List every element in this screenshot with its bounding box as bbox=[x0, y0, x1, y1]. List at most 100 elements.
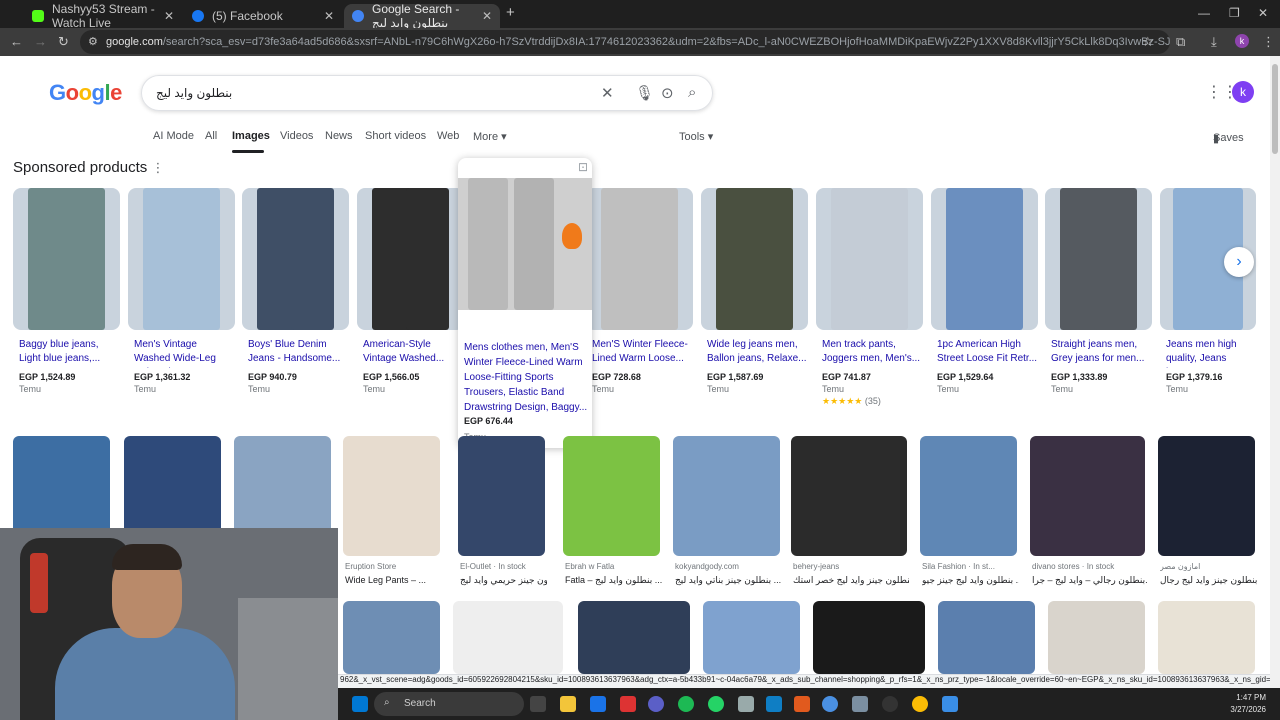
file-explorer-icon[interactable] bbox=[560, 696, 576, 712]
product-title[interactable]: Men'S Winter Fleece-Lined Warm Loose... bbox=[586, 338, 693, 368]
product-card[interactable]: Men'S Winter Fleece-Lined Warm Loose... E… bbox=[586, 188, 693, 394]
forward-arrow-icon[interactable]: → bbox=[34, 34, 47, 49]
tab-news[interactable]: News bbox=[325, 130, 353, 142]
result-image[interactable] bbox=[1048, 601, 1145, 674]
result-image[interactable] bbox=[791, 436, 907, 556]
account-avatar[interactable]: k bbox=[1232, 81, 1254, 103]
new-tab-button[interactable]: + bbox=[506, 4, 515, 21]
result-image[interactable] bbox=[453, 601, 563, 674]
site-info-icon[interactable]: ⚙ bbox=[88, 35, 98, 48]
save-bookmark-icon[interactable]: ⊡ bbox=[578, 160, 588, 174]
windows-start-icon[interactable] bbox=[352, 696, 368, 712]
result-title[interactable]: بنطلون وايد ليج جينز جيو ... bbox=[922, 575, 1019, 586]
product-title[interactable]: Wide leg jeans men, Ballon jeans, Relaxe… bbox=[701, 338, 808, 368]
chrome-icon[interactable] bbox=[912, 696, 928, 712]
app-icon[interactable] bbox=[620, 696, 636, 712]
bookmark-star-icon[interactable]: ☆ bbox=[1142, 34, 1154, 50]
result-image[interactable] bbox=[578, 601, 690, 674]
result-image[interactable] bbox=[343, 436, 440, 556]
download-icon[interactable]: ⤓ bbox=[1211, 34, 1217, 50]
clear-icon[interactable]: ✕ bbox=[601, 84, 614, 102]
extensions-icon[interactable]: ⧉ bbox=[1176, 34, 1185, 50]
tab-google-search[interactable]: Google Search - بنطلون وايد ليج ✕ bbox=[344, 2, 500, 30]
product-image[interactable] bbox=[586, 188, 693, 330]
product-card[interactable]: Baggy blue jeans, Light blue jeans,... EG… bbox=[13, 188, 120, 394]
result-source[interactable]: divano stores · In stock bbox=[1032, 562, 1147, 571]
scrollbar-thumb[interactable] bbox=[1272, 64, 1278, 154]
result-image[interactable] bbox=[1158, 601, 1255, 674]
tab-images[interactable]: Images bbox=[232, 130, 270, 142]
product-card[interactable]: Jeans men high quality, Jeans baggy,... E… bbox=[1160, 188, 1256, 394]
product-card[interactable]: Wide leg jeans men, Ballon jeans, Relaxe… bbox=[701, 188, 808, 394]
result-image[interactable] bbox=[563, 436, 660, 556]
search-box[interactable]: بنطلون وايد ليج ✕ 🎙 ⊙ ⌕ bbox=[141, 75, 713, 111]
result-image[interactable] bbox=[458, 436, 545, 556]
close-tab-icon[interactable]: ✕ bbox=[324, 9, 334, 23]
result-title[interactable]: Fatla – بنطلون وايد ليج ... bbox=[565, 575, 662, 586]
result-source[interactable]: kokyandgody.com bbox=[675, 562, 782, 571]
result-title[interactable]: بنطلون رجالي – وايد ليج – جرا... bbox=[1032, 575, 1147, 586]
product-card[interactable]: Men track pants, Joggers men, Men's... EG… bbox=[816, 188, 923, 407]
edge-icon[interactable] bbox=[822, 696, 838, 712]
product-card[interactable]: Boys' Blue Denim Jeans - Handsome... EGP … bbox=[242, 188, 349, 394]
profile-avatar[interactable]: k bbox=[1235, 34, 1249, 48]
back-arrow-icon[interactable]: ← bbox=[10, 34, 23, 49]
task-view-icon[interactable] bbox=[530, 696, 546, 712]
product-title[interactable]: Men track pants, Joggers men, Men's... bbox=[816, 338, 923, 368]
more-options-icon[interactable]: ⋮ bbox=[151, 160, 164, 175]
carousel-next-button[interactable]: › bbox=[1224, 247, 1254, 277]
result-image[interactable] bbox=[703, 601, 800, 674]
product-image[interactable] bbox=[701, 188, 808, 330]
tab-videos[interactable]: Videos bbox=[280, 130, 313, 142]
result-source[interactable]: امازون مصر bbox=[1160, 562, 1257, 571]
result-title[interactable]: بنطلون جينز وايد ليج خصر استك | ... bbox=[793, 575, 909, 586]
product-image[interactable] bbox=[128, 188, 235, 330]
lens-camera-icon[interactable]: ⊙ bbox=[661, 84, 674, 102]
store-icon[interactable] bbox=[590, 696, 606, 712]
tab-short-videos[interactable]: Short videos bbox=[365, 130, 426, 142]
tab-more[interactable]: More ▾ bbox=[473, 130, 507, 143]
product-title[interactable]: Baggy blue jeans, Light blue jeans,... bbox=[13, 338, 120, 368]
tab-ai-mode[interactable]: AI Mode bbox=[153, 130, 194, 142]
result-image[interactable] bbox=[920, 436, 1017, 556]
product-title[interactable]: Straight jeans men, Grey jeans for men..… bbox=[1045, 338, 1152, 368]
search-icon[interactable]: ⌕ bbox=[688, 84, 696, 101]
product-image[interactable] bbox=[458, 178, 592, 310]
product-card[interactable]: Men's Vintage Washed Wide-Leg Relaxed-F.… bbox=[128, 188, 235, 394]
product-title[interactable]: Boys' Blue Denim Jeans - Handsome... bbox=[242, 338, 349, 368]
app-icon[interactable] bbox=[852, 696, 868, 712]
product-image[interactable] bbox=[357, 188, 464, 330]
minimize-icon[interactable]: — bbox=[1198, 6, 1210, 20]
app-icon[interactable] bbox=[882, 696, 898, 712]
result-source[interactable]: Ebrah w Fatla bbox=[565, 562, 662, 571]
product-title[interactable]: Men's Vintage Washed Wide-Leg Relaxed-F.… bbox=[128, 338, 235, 368]
product-card[interactable]: Straight jeans men, Grey jeans for men..… bbox=[1045, 188, 1152, 394]
product-title[interactable]: American-Style Vintage Washed... bbox=[357, 338, 464, 368]
result-image[interactable] bbox=[938, 601, 1035, 674]
result-image[interactable] bbox=[343, 601, 440, 674]
product-image[interactable] bbox=[931, 188, 1038, 330]
hovered-product-popup[interactable]: ⊡ Mens clothes men, Men'S Winter Fleece-… bbox=[458, 158, 592, 448]
window-close-icon[interactable]: ✕ bbox=[1258, 6, 1268, 20]
result-image[interactable] bbox=[813, 601, 925, 674]
app-icon[interactable] bbox=[942, 696, 958, 712]
maximize-icon[interactable]: ❐ bbox=[1229, 6, 1240, 20]
tab-kick-stream[interactable]: Nashyy53 Stream - Watch Live ✕ bbox=[24, 2, 182, 30]
tab-facebook[interactable]: (5) Facebook ✕ bbox=[184, 4, 342, 28]
result-image[interactable] bbox=[1158, 436, 1255, 556]
app-icon[interactable] bbox=[738, 696, 754, 712]
result-title[interactable]: Wide Leg Pants – ... bbox=[345, 575, 442, 585]
taskbar-search[interactable]: ⌕ Search bbox=[374, 692, 524, 716]
tab-web[interactable]: Web bbox=[437, 130, 459, 142]
product-image[interactable] bbox=[1045, 188, 1152, 330]
google-logo[interactable]: Google bbox=[49, 80, 122, 106]
close-tab-icon[interactable]: ✕ bbox=[482, 9, 492, 23]
product-card[interactable]: 1pc American High Street Loose Fit Retr.… bbox=[931, 188, 1038, 394]
discord-icon[interactable] bbox=[648, 696, 664, 712]
result-title[interactable]: بنطلون جينز وايد ليج رجال... bbox=[1160, 575, 1257, 586]
result-image[interactable] bbox=[1030, 436, 1145, 556]
tab-all[interactable]: All bbox=[205, 130, 217, 142]
spotify-icon[interactable] bbox=[678, 696, 694, 712]
browser-menu-icon[interactable]: ⋮ bbox=[1262, 34, 1275, 50]
tools-button[interactable]: Tools ▾ bbox=[679, 130, 713, 143]
